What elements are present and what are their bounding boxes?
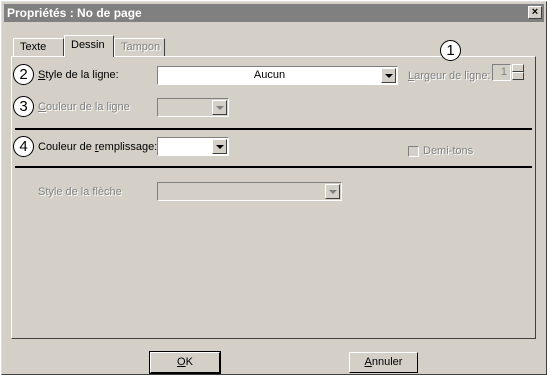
callout-3: 3 — [13, 96, 34, 117]
fill-color-select[interactable] — [157, 137, 229, 156]
line-style-select[interactable]: Aucun — [157, 66, 398, 85]
line-style-label: Style de la ligne: — [38, 69, 119, 81]
tab-texte[interactable]: Texte — [13, 38, 64, 56]
line-color-label: Couleur de la ligne — [38, 101, 130, 113]
fill-color-label: Couleur de remplissage: — [38, 141, 158, 153]
line-width-input[interactable]: 1 — [492, 64, 511, 81]
tab-label: Texte — [20, 41, 47, 53]
callout-1: 1 — [440, 40, 461, 61]
spin-up-icon[interactable] — [512, 64, 524, 72]
chevron-down-icon[interactable] — [212, 100, 227, 115]
line-width-spinner[interactable] — [512, 64, 524, 81]
tab-label: Dessin — [71, 39, 105, 51]
spin-down-icon[interactable] — [512, 72, 524, 80]
arrow-style-select[interactable] — [157, 182, 342, 201]
line-color-select[interactable] — [157, 98, 229, 117]
separator-line — [15, 128, 532, 130]
ok-button[interactable]: OK — [149, 351, 221, 374]
chevron-down-icon[interactable] — [325, 184, 340, 199]
cancel-button[interactable]: Annuler — [349, 352, 418, 373]
chevron-down-icon[interactable] — [381, 68, 396, 83]
tab-tampon[interactable]: Tampon — [114, 38, 165, 56]
close-button[interactable]: × — [528, 6, 542, 19]
window-title: Propriétés : No de page — [7, 6, 142, 20]
chevron-down-icon[interactable] — [212, 139, 227, 154]
tab-label: Tampon — [121, 41, 161, 53]
halftones-checkbox[interactable] — [408, 146, 419, 157]
separator-line — [15, 166, 532, 168]
line-width-label: Largeur de ligne: — [408, 70, 491, 82]
tab-dessin[interactable]: Dessin — [64, 35, 114, 57]
arrow-style-label: Style de la flèche — [38, 186, 122, 198]
title-bar: Propriétés : No de page × — [4, 4, 544, 22]
callout-4: 4 — [13, 136, 34, 157]
line-style-value: Aucun — [253, 69, 286, 81]
halftones-label: Demi-tons — [423, 145, 474, 157]
callout-2: 2 — [13, 64, 34, 85]
close-icon: × — [531, 6, 539, 18]
